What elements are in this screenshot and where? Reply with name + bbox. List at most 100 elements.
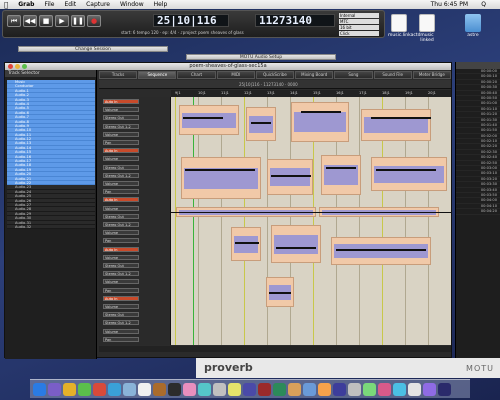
tab-meter-bridge[interactable]: Meter Bridge <box>412 71 451 79</box>
desktop-icon-linked[interactable]: music linked <box>416 14 438 43</box>
track-control[interactable]: Volume <box>103 230 139 236</box>
sample-counter[interactable]: 11273140 <box>255 14 335 27</box>
dock-app-icon[interactable] <box>258 382 271 396</box>
tab-mixing-board[interactable]: Mixing Board <box>295 71 334 79</box>
tab-chart[interactable]: Chart <box>177 71 216 79</box>
dock-app-icon[interactable] <box>243 382 256 396</box>
rewind-button[interactable]: ◀◀ <box>23 15 37 27</box>
track-control[interactable]: Auto In <box>103 246 139 252</box>
tab-sequence[interactable]: Sequence <box>138 71 177 79</box>
track-control[interactable]: Stereo Out 1-2 <box>103 123 139 129</box>
dock-app-icon[interactable] <box>318 382 331 396</box>
dock-app-icon[interactable] <box>423 382 436 396</box>
menu-grab[interactable]: Grab <box>18 1 34 8</box>
track-control[interactable]: Volume <box>103 131 139 137</box>
dock-app-icon[interactable] <box>138 382 151 396</box>
change-session-window[interactable]: Change Session <box>18 46 168 52</box>
dock-app-icon[interactable] <box>183 382 196 396</box>
track-control[interactable]: Volume <box>103 107 139 113</box>
dock-app-icon[interactable] <box>153 382 166 396</box>
desktop-icon-music[interactable]: music.linkactd <box>388 14 420 38</box>
tab-tracks[interactable]: Tracks <box>99 71 138 79</box>
dock-app-icon[interactable] <box>393 382 406 396</box>
track-control[interactable]: Stereo Out <box>103 164 139 170</box>
dock-app-icon[interactable] <box>48 382 61 396</box>
dock-app-icon[interactable] <box>288 382 301 396</box>
sync-select[interactable]: Internal <box>339 13 379 18</box>
track-control[interactable]: Stereo Out <box>103 263 139 268</box>
track-control[interactable]: Volume <box>103 156 139 162</box>
track-control[interactable]: Auto In <box>103 148 139 154</box>
tab-sound-file[interactable]: Sound File <box>373 71 412 79</box>
menu-clock[interactable]: Thu 6:45 PM <box>431 1 468 8</box>
track-control[interactable]: Stereo Out 1-2 <box>103 271 139 277</box>
stop-button[interactable]: ■ <box>39 15 53 27</box>
dock-app-icon[interactable] <box>408 382 421 396</box>
track-control[interactable]: Volume <box>103 304 139 309</box>
dock-app-icon[interactable] <box>228 382 241 396</box>
track-control[interactable]: Stereo Out 1-2 <box>103 222 139 227</box>
track-control[interactable]: Auto In <box>103 99 139 104</box>
track-control[interactable]: Pan <box>103 140 139 145</box>
dock-app-icon[interactable] <box>333 382 346 396</box>
track-control[interactable]: Pan <box>103 189 139 195</box>
dock-app-icon[interactable] <box>303 382 316 396</box>
tab-song[interactable]: Song <box>334 71 373 79</box>
pause-button[interactable]: ❚❚ <box>71 15 85 27</box>
motu-audio-setup-window[interactable]: MOTU Audio Setup <box>186 54 336 60</box>
dock-app-icon[interactable] <box>378 382 391 396</box>
dock-app-icon[interactable] <box>123 382 136 396</box>
menu-file[interactable]: File <box>44 1 54 8</box>
dock-app-icon[interactable] <box>108 382 121 396</box>
track-control[interactable]: Volume <box>103 279 139 285</box>
track-control[interactable]: Volume <box>103 328 139 334</box>
track-control[interactable]: Auto In <box>103 295 139 301</box>
track-control[interactable]: Stereo Out 1-2 <box>103 172 139 178</box>
time-counter[interactable]: 25|10|116 <box>153 14 229 27</box>
bit-select[interactable]: 16 bit <box>339 25 379 30</box>
tab-quickscribe[interactable]: QuickScribe <box>255 71 295 79</box>
track-control[interactable]: Pan <box>103 287 139 293</box>
dock-app-icon[interactable] <box>33 382 46 396</box>
window-title-bar[interactable]: poem-sheaves-of-glass-sec15a <box>5 63 451 70</box>
menu-capture[interactable]: Capture <box>86 1 110 8</box>
dock-app-icon[interactable] <box>78 382 91 396</box>
track-control[interactable]: Stereo Out <box>103 115 139 121</box>
desktop-icon-astre[interactable]: astre <box>462 14 484 38</box>
sequence-lanes[interactable] <box>171 97 451 345</box>
timecode-select[interactable]: MTC <box>339 19 379 24</box>
dock-app-icon[interactable] <box>348 382 361 396</box>
dock-app-icon[interactable] <box>438 382 451 396</box>
track-control[interactable]: Stereo Out <box>103 213 139 219</box>
track-control[interactable]: Volume <box>103 205 139 211</box>
record-button[interactable]: ● <box>87 15 101 27</box>
track-control[interactable]: Stereo Out <box>103 312 139 318</box>
zoom-icon[interactable] <box>22 64 27 69</box>
horizontal-scrollbar[interactable] <box>99 346 451 352</box>
dock-app-icon[interactable] <box>363 382 376 396</box>
marker-row[interactable]: 00:04:20 <box>456 209 500 215</box>
tab-midi[interactable]: MIDI <box>216 71 255 79</box>
timeline-ruler[interactable]: 9|1 10|1 11|1 12|1 13|1 14|1 15|1 16|1 17|1 18|1 1… <box>171 90 451 97</box>
track-control[interactable]: Volume <box>103 181 139 186</box>
menu-help[interactable]: Help <box>154 1 168 8</box>
close-icon[interactable] <box>8 64 13 69</box>
track-control[interactable]: Volume <box>103 254 139 260</box>
track-control[interactable]: Stereo Out 1-2 <box>103 320 139 326</box>
dock-app-icon[interactable] <box>93 382 106 396</box>
click-select[interactable]: Click <box>339 31 379 36</box>
menu-window[interactable]: Window <box>120 1 144 8</box>
dock-app-icon[interactable] <box>198 382 211 396</box>
spotlight-icon[interactable]: Q <box>481 1 486 8</box>
track-control[interactable]: Auto In <box>103 197 139 203</box>
dock-app-icon[interactable] <box>213 382 226 396</box>
dock-app-icon[interactable] <box>273 382 286 396</box>
play-button[interactable]: ▶ <box>55 15 69 27</box>
dock-app-icon[interactable] <box>168 382 181 396</box>
track-control[interactable]: Pan <box>103 238 139 244</box>
rewind-start-button[interactable]: ⏮ <box>7 15 21 27</box>
apple-menu-icon[interactable]:  <box>4 1 8 9</box>
menu-edit[interactable]: Edit <box>64 1 76 8</box>
track-selector-item[interactable]: Audio-32 <box>7 224 95 230</box>
minimize-icon[interactable] <box>15 64 20 69</box>
